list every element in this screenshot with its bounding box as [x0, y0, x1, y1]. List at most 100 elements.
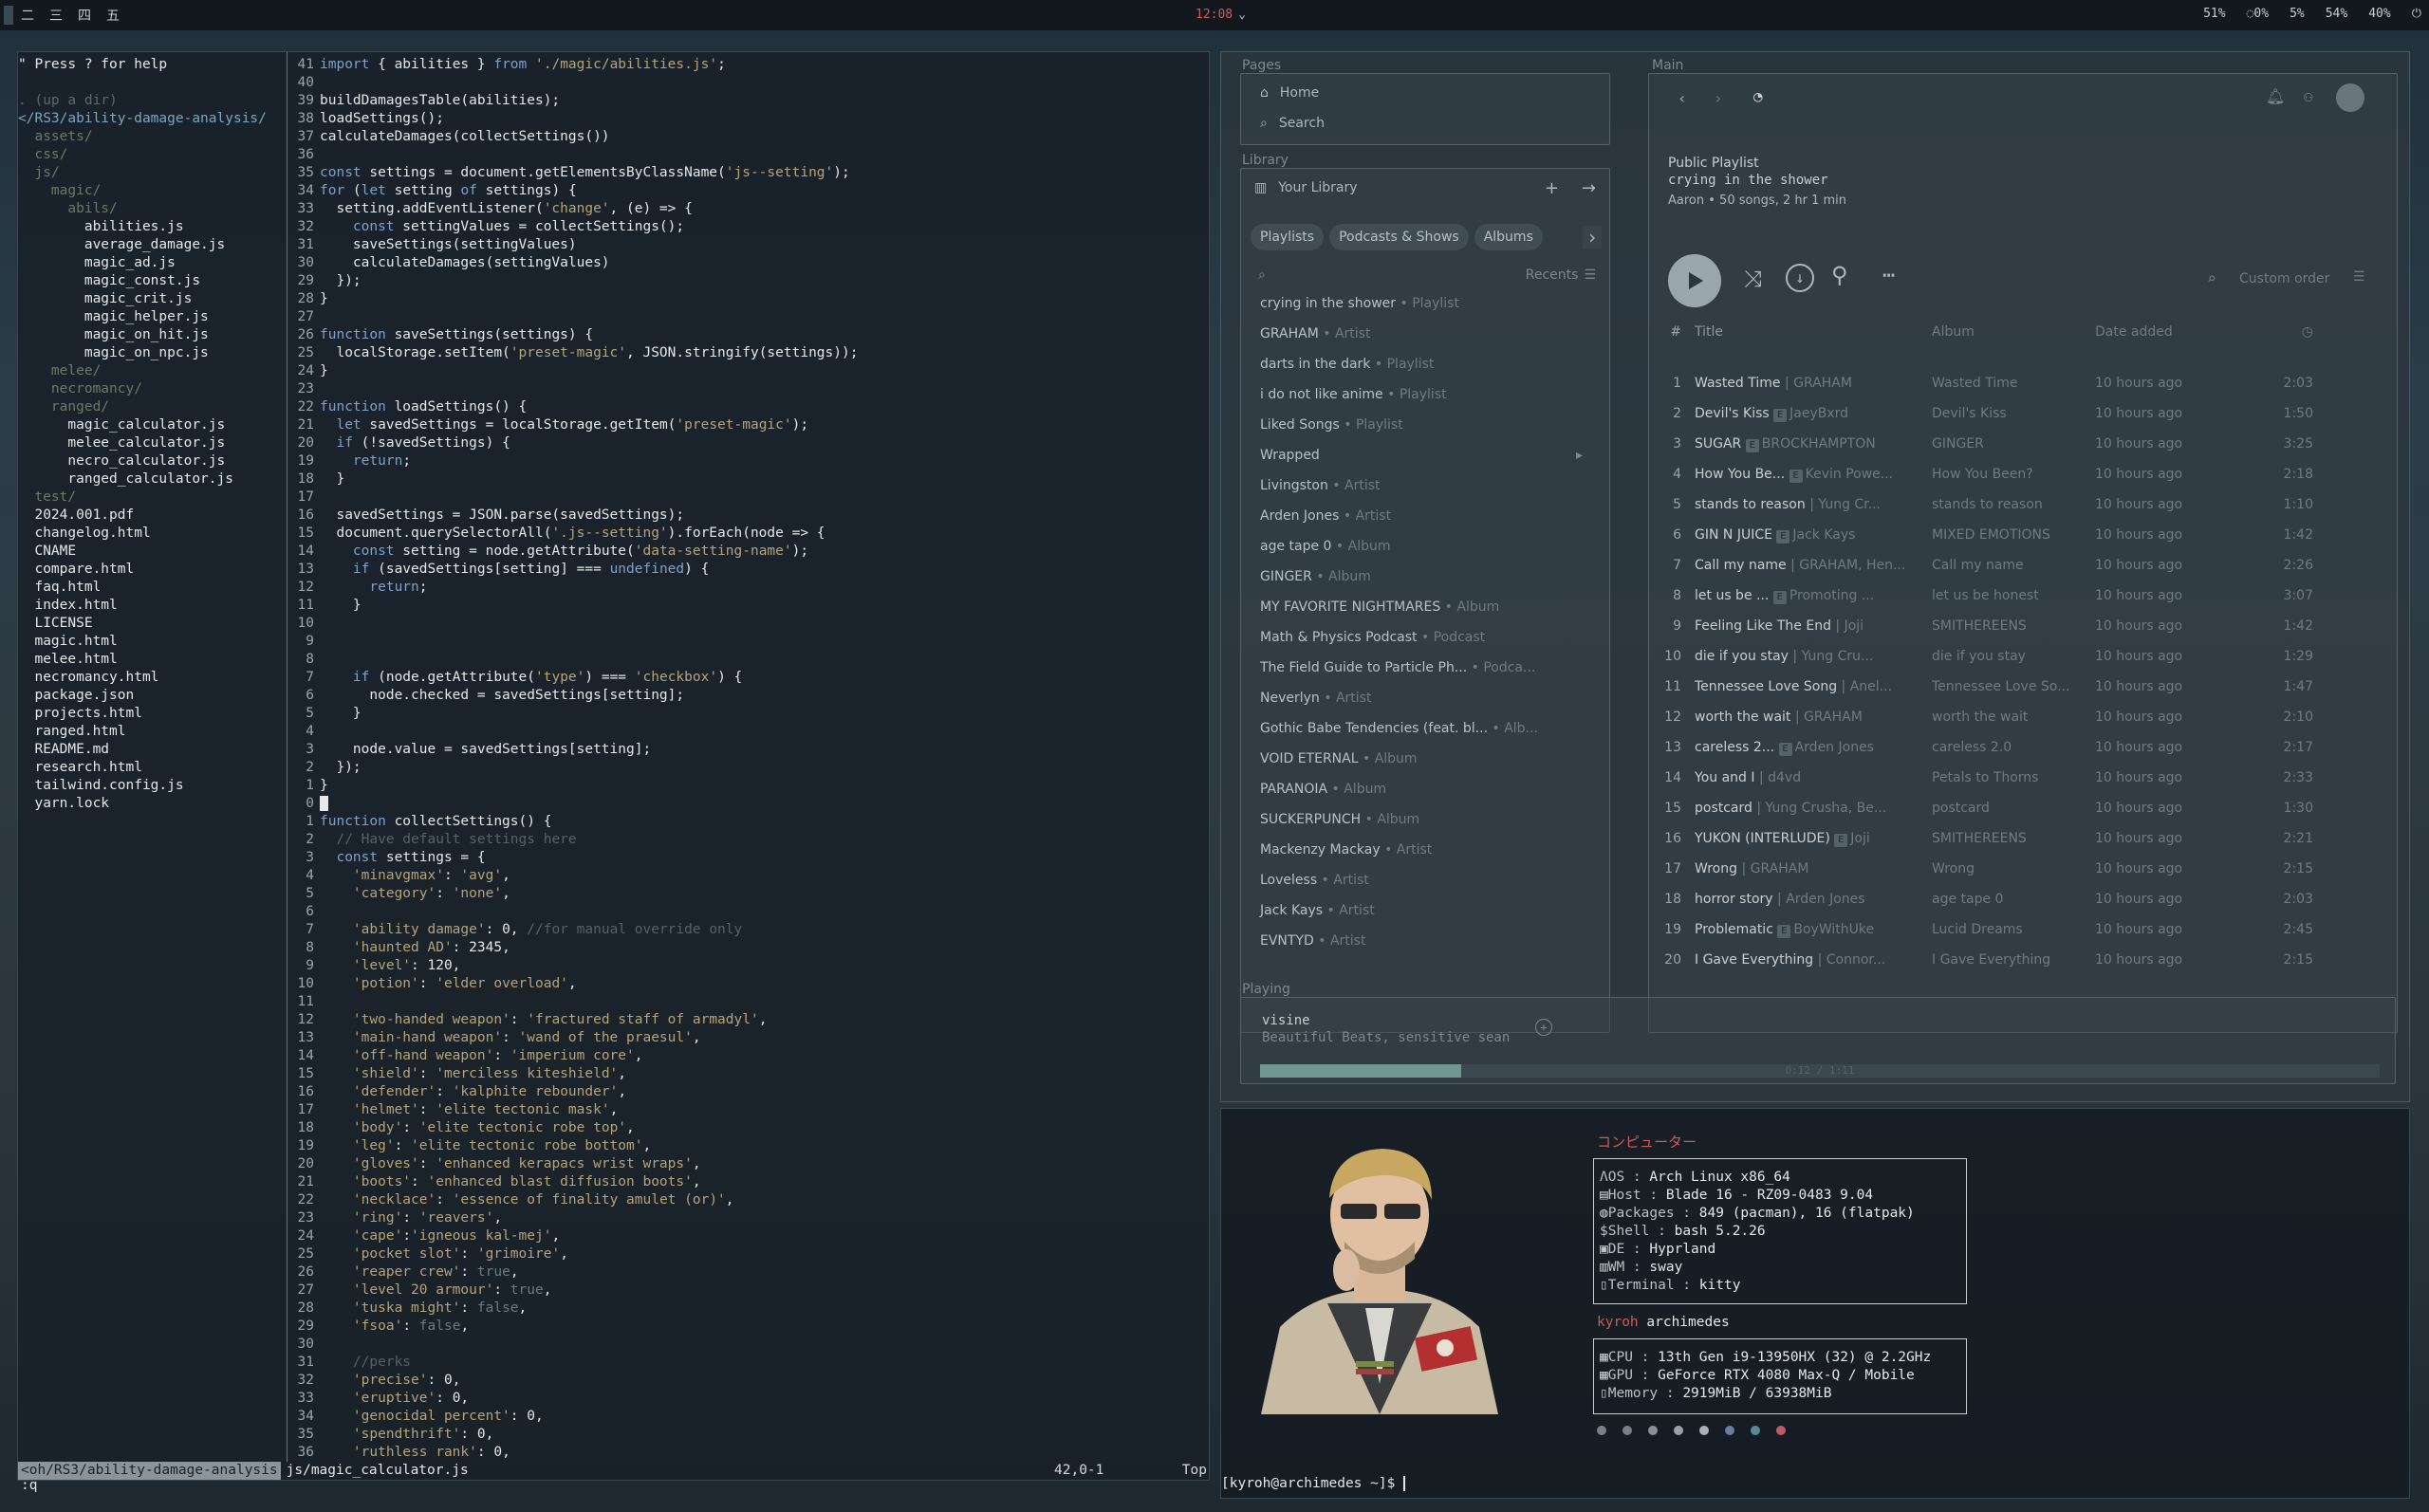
- track-row[interactable]: 8 let us be ... E Promoting ... let us be h…: [1649, 581, 2397, 611]
- track-row[interactable]: 16 YUKON (INTERLUDE) E Joji SMITHEREENS 10 h…: [1649, 823, 2397, 854]
- track-artist[interactable]: Anel...: [1850, 679, 1892, 694]
- track-title[interactable]: SUGAR: [1695, 436, 1741, 452]
- tree-entry[interactable]: css/: [18, 146, 287, 164]
- track-title[interactable]: How You Be...: [1695, 467, 1785, 482]
- tree-entry[interactable]: js/: [18, 164, 287, 182]
- tree-entry[interactable]: " Press ? for help: [18, 56, 287, 74]
- track-artist[interactable]: d4vd: [1768, 770, 1801, 785]
- track-row[interactable]: 5 stands to reason | Yung Cr... stands to …: [1649, 489, 2397, 520]
- code-line[interactable]: 17 'helmet': 'elite tectonic mask',: [291, 1101, 1210, 1119]
- workspace-5[interactable]: 五: [99, 6, 127, 25]
- shuffle-icon[interactable]: ⤨: [1744, 266, 1762, 292]
- code-line[interactable]: 1}: [291, 777, 1210, 795]
- tree-entry[interactable]: ranged_calculator.js: [18, 470, 287, 489]
- code-line[interactable]: 12 'two-handed weapon': 'fractured staff…: [291, 1011, 1210, 1029]
- tree-entry[interactable]: index.html: [18, 597, 287, 615]
- tree-entry[interactable]: magic/: [18, 182, 287, 200]
- tree-entry[interactable]: [18, 74, 287, 92]
- track-title[interactable]: YUKON (INTERLUDE): [1695, 831, 1830, 846]
- tree-entry[interactable]: magic_crit.js: [18, 290, 287, 308]
- code-line[interactable]: 31 //perks: [291, 1354, 1210, 1372]
- tree-entry[interactable]: melee/: [18, 362, 287, 380]
- code-line[interactable]: 17: [291, 489, 1210, 507]
- tree-entry[interactable]: necromancy.html: [18, 669, 287, 687]
- code-line[interactable]: 11 }: [291, 597, 1210, 615]
- code-line[interactable]: 13 if (savedSettings[setting] === undefi…: [291, 561, 1210, 579]
- library-item[interactable]: Livingston • Artist: [1241, 470, 1609, 501]
- track-album[interactable]: Lucid Dreams: [1932, 922, 2095, 937]
- tree-entry[interactable]: average_damage.js: [18, 236, 287, 254]
- custom-order-sort[interactable]: Custom order: [2239, 271, 2329, 286]
- code-line[interactable]: 15 'shield': 'merciless kiteshield',: [291, 1065, 1210, 1083]
- code-line[interactable]: 23: [291, 380, 1210, 398]
- library-item[interactable]: Jack Kays • Artist: [1241, 895, 1609, 926]
- code-line[interactable]: 21 let savedSettings = localStorage.getI…: [291, 416, 1210, 434]
- track-artist[interactable]: BROCKHAMPTON: [1762, 436, 1876, 452]
- library-item[interactable]: Mackenzy Mackay • Artist: [1241, 835, 1609, 865]
- library-item[interactable]: Math & Physics Podcast • Podcast: [1241, 622, 1609, 653]
- code-line[interactable]: 25 localStorage.setItem('preset-magic', …: [291, 344, 1210, 362]
- track-artist[interactable]: Yung Crusha, Be...: [1766, 801, 1887, 816]
- code-line[interactable]: 33 'eruptive': 0,: [291, 1390, 1210, 1408]
- tree-entry[interactable]: CNAME: [18, 543, 287, 561]
- code-buffer[interactable]: 41 import { abilities } from './magic/abi…: [291, 52, 1210, 1462]
- code-line[interactable]: 27: [291, 308, 1210, 326]
- nerdtree-panel[interactable]: " Press ? for help . (up a dir) </RS3/abil…: [18, 52, 287, 1462]
- tree-entry[interactable]: ranged.html: [18, 723, 287, 741]
- code-line[interactable]: 33 setting.addEventListener('change', (e…: [291, 200, 1210, 218]
- spotify-window[interactable]: Pages ⌂ Home ⌕ Search Library ▥ Your Libra…: [1220, 51, 2410, 1102]
- track-title[interactable]: horror story: [1695, 892, 1773, 907]
- code-line[interactable]: 8 'haunted AD': 2345,: [291, 939, 1210, 957]
- code-line[interactable]: 8: [291, 651, 1210, 669]
- track-title[interactable]: Problematic: [1695, 922, 1773, 937]
- track-row[interactable]: 20 I Gave Everything | Connor... I Gave Ev…: [1649, 945, 2397, 975]
- code-line[interactable]: 11: [291, 993, 1210, 1011]
- code-line[interactable]: 28 'tuska might': false,: [291, 1300, 1210, 1318]
- track-album[interactable]: GINGER: [1932, 436, 2095, 452]
- code-line[interactable]: 26 'reaper crew': true,: [291, 1263, 1210, 1282]
- track-row[interactable]: 4 How You Be... E Kevin Powe... How You Bee…: [1649, 459, 2397, 489]
- track-album[interactable]: SMITHEREENS: [1932, 618, 2095, 634]
- list-view-icon[interactable]: ☰: [1584, 267, 1596, 283]
- tree-entry[interactable]: magic_on_hit.js: [18, 326, 287, 344]
- code-line[interactable]: 35 const settings = document.getElementsB…: [291, 164, 1210, 182]
- track-row[interactable]: 19 Problematic E BoyWithUke Lucid Dreams 10 …: [1649, 914, 2397, 945]
- track-row[interactable]: 18 horror story | Arden Jones age tape 0 10…: [1649, 884, 2397, 914]
- tree-entry[interactable]: 2024.001.pdf: [18, 507, 287, 525]
- track-album[interactable]: Call my name: [1932, 558, 2095, 573]
- library-item[interactable]: crying in the shower • Playlist: [1241, 288, 1609, 319]
- tree-entry[interactable]: melee_calculator.js: [18, 434, 287, 452]
- workspace-4[interactable]: 四: [70, 6, 99, 25]
- tree-entry[interactable]: test/: [18, 489, 287, 507]
- tree-entry[interactable]: </RS3/ability-damage-analysis/: [18, 110, 287, 128]
- code-line[interactable]: 34 'genocidal percent': 0,: [291, 1408, 1210, 1426]
- tree-entry[interactable]: . (up a dir): [18, 92, 287, 110]
- track-artist[interactable]: GRAHAM, Hen...: [1799, 558, 1905, 573]
- code-line[interactable]: 10: [291, 615, 1210, 633]
- library-item[interactable]: SUCKERPUNCH • Album: [1241, 804, 1609, 835]
- code-line[interactable]: 40: [291, 74, 1210, 92]
- track-row[interactable]: 6 GIN N JUICE E Jack Kays MIXED EMOTIONS 10 …: [1649, 520, 2397, 550]
- col-date-added[interactable]: Date added: [2095, 324, 2256, 340]
- download-icon[interactable]: ↓: [1786, 264, 1814, 292]
- track-artist[interactable]: JaeyBxrd: [1789, 406, 1848, 421]
- track-row[interactable]: 7 Call my name | GRAHAM, Hen... Call my na…: [1649, 550, 2397, 581]
- code-line[interactable]: 0: [291, 795, 1210, 813]
- code-line[interactable]: 9 'level': 120,: [291, 957, 1210, 975]
- track-row[interactable]: 14 You and I | d4vd Petals to Thorns 10 hou…: [1649, 763, 2397, 793]
- code-line[interactable]: 39 buildDamagesTable(abilities);: [291, 92, 1210, 110]
- code-line[interactable]: 16 savedSettings = JSON.parse(savedSetti…: [291, 507, 1210, 525]
- tree-entry[interactable]: changelog.html: [18, 525, 287, 543]
- code-line[interactable]: 2 // Have default settings here: [291, 831, 1210, 849]
- code-line[interactable]: 24 'cape':'igneous kal-mej',: [291, 1227, 1210, 1245]
- track-artist[interactable]: Kevin Powe...: [1806, 467, 1894, 482]
- workspace-switcher[interactable]: 二三四五: [4, 6, 127, 25]
- track-album[interactable]: Wasted Time: [1932, 376, 2095, 391]
- track-title[interactable]: GIN N JUICE: [1695, 527, 1772, 543]
- track-row[interactable]: 13 careless 2... E Arden Jones careless 2.0…: [1649, 732, 2397, 763]
- track-artist[interactable]: Jack Kays: [1792, 527, 1855, 543]
- tree-entry[interactable]: assets/: [18, 128, 287, 146]
- code-line[interactable]: 30: [291, 1336, 1210, 1354]
- filter-podcasts-shows[interactable]: Podcasts & Shows: [1329, 224, 1469, 250]
- track-row[interactable]: 11 Tennessee Love Song | Anel... Tennessee…: [1649, 672, 2397, 702]
